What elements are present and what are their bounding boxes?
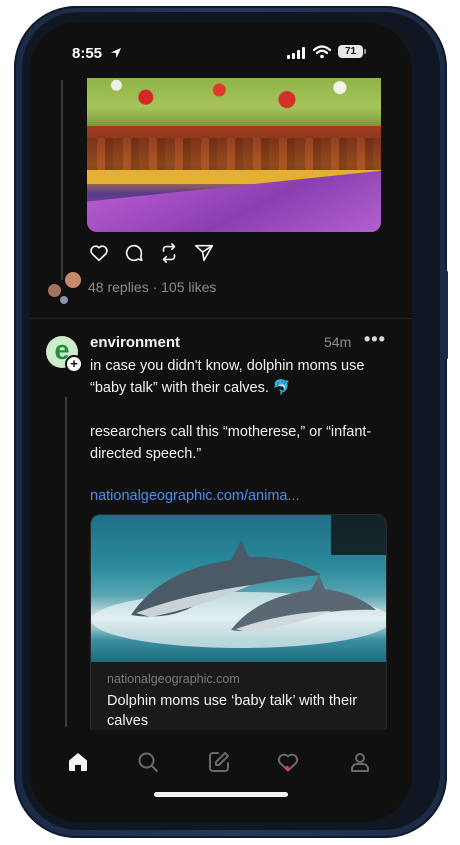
post-username[interactable]: environment (90, 334, 180, 351)
like-button[interactable] (88, 242, 110, 264)
phone-side-button (443, 270, 448, 360)
tab-home[interactable] (66, 750, 90, 774)
notification-dot (285, 766, 289, 770)
avatar (59, 295, 69, 305)
battery-indicator: 71 (338, 45, 366, 58)
follow-plus-icon[interactable]: + (65, 355, 83, 373)
wifi-icon (313, 45, 331, 59)
avatar (63, 270, 83, 290)
status-bar: 8:55 71 (30, 22, 412, 78)
link-preview-image (91, 515, 386, 662)
link-preview-domain: nationalgeographic.com (107, 672, 240, 686)
tab-profile[interactable] (348, 750, 372, 774)
thread-line (61, 80, 63, 280)
share-button[interactable] (193, 242, 215, 264)
search-icon (138, 752, 158, 772)
post-body: in case you didn't know, dolphin moms us… (90, 355, 390, 465)
image-detail-toppings (87, 78, 381, 126)
post-action-row (88, 242, 215, 266)
heart-icon (277, 753, 299, 772)
post-image-food[interactable] (87, 78, 381, 232)
tab-search[interactable] (136, 750, 160, 774)
reply-like-stats[interactable]: 48 replies · 105 likes (88, 279, 216, 295)
location-arrow-icon (111, 48, 121, 58)
send-icon (194, 244, 214, 262)
home-indicator[interactable] (154, 792, 288, 797)
comment-icon (125, 244, 143, 262)
repost-button[interactable] (158, 242, 180, 264)
signal-icon (287, 47, 305, 59)
post-link[interactable]: nationalgeographic.com/anima... (90, 488, 300, 504)
compose-icon (209, 752, 229, 772)
post-divider (30, 318, 412, 319)
post-text-paragraph: in case you didn't know, dolphin moms us… (90, 358, 365, 396)
reply-avatars[interactable] (46, 270, 83, 306)
heart-icon (90, 245, 108, 262)
tab-activity[interactable] (276, 750, 300, 774)
bottom-tab-bar (30, 730, 412, 790)
post-text-paragraph: researchers call this “motherese,” or “i… (90, 424, 372, 462)
home-icon (69, 753, 87, 771)
tab-compose[interactable] (207, 750, 231, 774)
repost-icon (162, 243, 176, 263)
reply-button[interactable] (123, 242, 145, 264)
status-time: 8:55 (72, 45, 103, 62)
phone-screen: 8:55 71 48 replies · 105 likes e + envir… (30, 22, 412, 822)
thread-line (65, 397, 67, 727)
link-preview-title: Dolphin moms use ‘baby talk’ with their … (107, 693, 358, 729)
post-timestamp: 54m (324, 334, 352, 350)
more-options-button[interactable]: ••• (364, 329, 386, 350)
profile-icon (351, 753, 369, 772)
link-preview-card[interactable]: nationalgeographic.com Dolphin moms use … (90, 514, 387, 736)
dolphin-illustration (91, 515, 386, 648)
